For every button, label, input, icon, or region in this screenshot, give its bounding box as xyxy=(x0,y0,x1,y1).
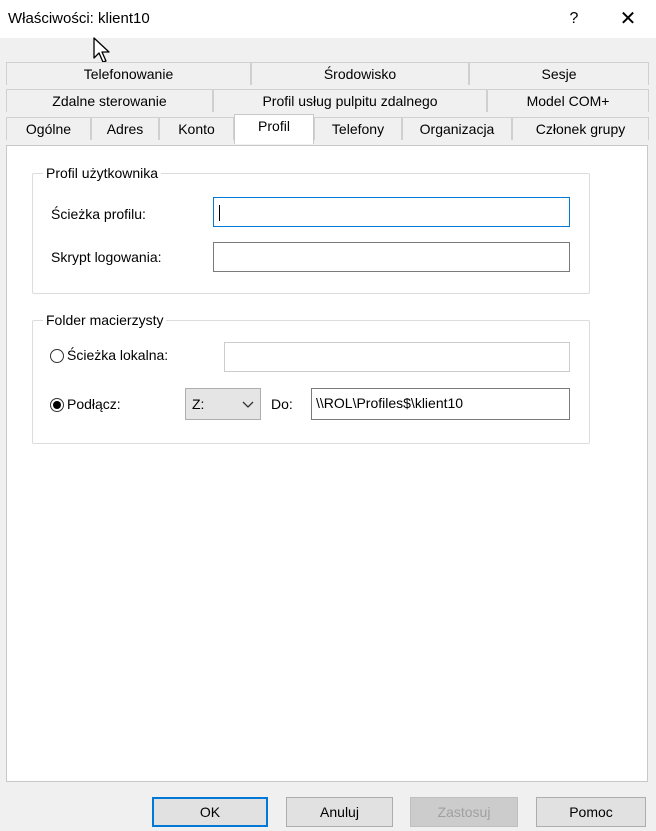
connect-label[interactable]: Podłącz: xyxy=(67,396,121,412)
logon-script-input[interactable] xyxy=(213,242,570,272)
logon-script-label: Skrypt logowania: xyxy=(51,249,162,265)
connect-radio[interactable] xyxy=(50,398,64,412)
chevron-down-icon xyxy=(242,401,254,408)
window-title: Właściwości: klient10 xyxy=(8,10,150,27)
to-label: Do: xyxy=(271,396,293,412)
tab-adres[interactable]: Adres xyxy=(91,117,159,140)
local-path-input[interactable] xyxy=(224,342,570,372)
ok-button[interactable]: OK xyxy=(152,797,268,827)
tab-zdalne-sterowanie[interactable]: Zdalne sterowanie xyxy=(6,89,213,112)
local-path-label[interactable]: Ścieżka lokalna: xyxy=(67,347,168,363)
profile-path-label: Ścieżka profilu: xyxy=(51,206,146,222)
text-caret xyxy=(219,205,220,222)
cancel-button[interactable]: Anuluj xyxy=(286,797,393,827)
user-profile-group: Profil użytkownika xyxy=(32,165,590,294)
close-button[interactable]: ✕ xyxy=(612,6,644,32)
home-folder-path-value: \\ROL\Profiles$\klient10 xyxy=(316,395,464,411)
tab-content-panel: Profil użytkownika Ścieżka profilu: Skry… xyxy=(6,145,648,782)
local-path-radio[interactable] xyxy=(50,349,64,363)
home-folder-path-input[interactable]: \\ROL\Profiles$\klient10 xyxy=(311,388,570,420)
tab-czlonek-grupy[interactable]: Członek grupy xyxy=(512,117,649,140)
tab-konto[interactable]: Konto xyxy=(159,117,234,140)
user-profile-legend: Profil użytkownika xyxy=(46,165,159,181)
profile-path-input[interactable] xyxy=(213,197,570,227)
drive-letter-select[interactable]: Z: xyxy=(185,388,261,420)
home-folder-group: Folder macierzysty xyxy=(32,312,590,444)
help-title-button[interactable]: ? xyxy=(560,6,588,32)
tab-model-com[interactable]: Model COM+ xyxy=(487,89,649,112)
tab-profil[interactable]: Profil xyxy=(234,114,314,144)
mouse-cursor-icon xyxy=(93,37,110,63)
drive-letter-value: Z: xyxy=(192,396,205,412)
help-button[interactable]: Pomoc xyxy=(536,797,646,827)
tab-organizacja[interactable]: Organizacja xyxy=(402,117,512,140)
tab-profil-uslug-pulpitu[interactable]: Profil usług pulpitu zdalnego xyxy=(213,89,487,112)
apply-button[interactable]: Zastosuj xyxy=(410,797,518,827)
title-bar: Właściwości: klient10 ? ✕ xyxy=(0,0,656,38)
tab-telefony[interactable]: Telefony xyxy=(314,117,402,140)
tab-sesje[interactable]: Sesje xyxy=(469,62,649,85)
tab-ogolne[interactable]: Ogólne xyxy=(6,117,91,140)
home-folder-legend: Folder macierzysty xyxy=(46,312,164,328)
tab-telefonowanie[interactable]: Telefonowanie xyxy=(6,62,251,85)
tab-srodowisko[interactable]: Środowisko xyxy=(251,62,469,85)
